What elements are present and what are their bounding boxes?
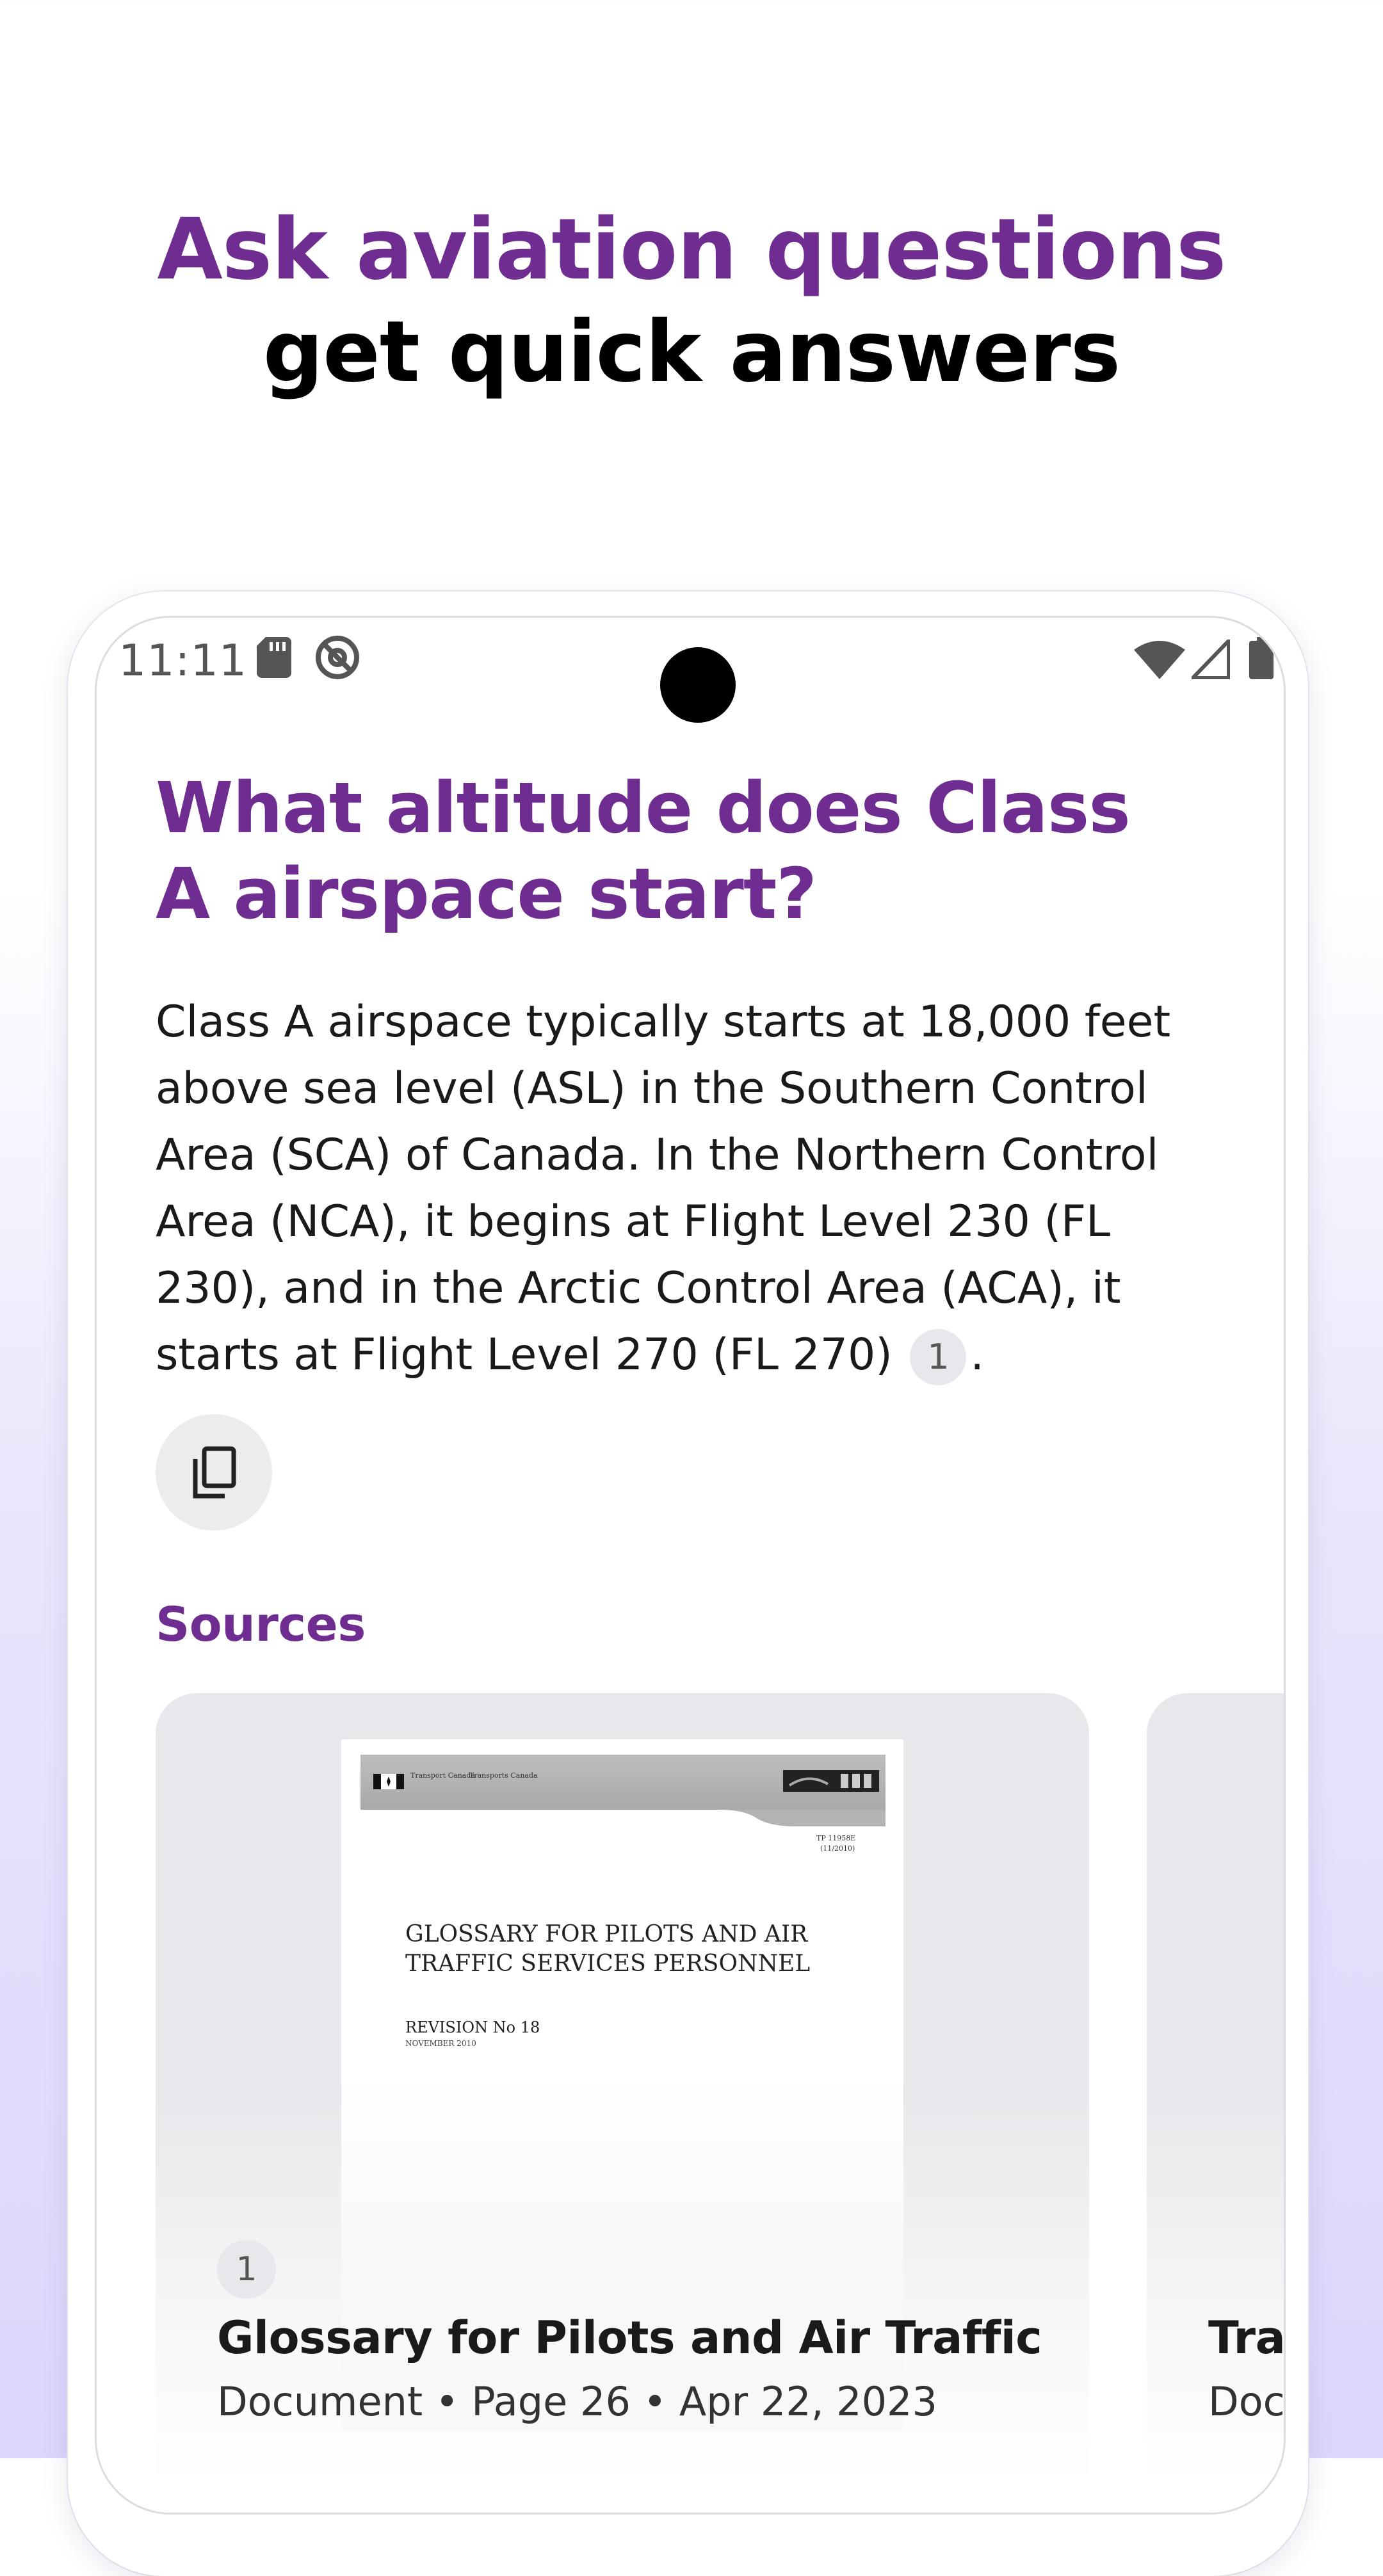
doc-revision-date: NOVEMBER 2010 [405, 2039, 476, 2048]
sd-card-icon [257, 637, 291, 678]
source-title-next: Tran [1208, 2312, 1286, 2364]
canada-wordmark-icon [783, 1770, 879, 1792]
front-camera [660, 647, 736, 723]
wifi-icon [1134, 641, 1185, 679]
at-sign-icon [316, 636, 359, 679]
headline-line-1: Ask aviation questions [157, 200, 1227, 299]
sources-label: Sources [156, 1597, 366, 1652]
doc-title: GLOSSARY FOR PILOTS AND AIR TRAFFIC SERV… [405, 1921, 811, 1977]
source-meta: Document • Page 26 • Apr 22, 2023 [217, 2378, 937, 2425]
source-number-badge: 1 [217, 2240, 276, 2299]
answer-text: Class A airspace typically starts at 18,… [156, 989, 1206, 1389]
question-title: What altitude does Class A airspace star… [156, 767, 1131, 935]
copy-icon [193, 1446, 236, 1499]
doc-header-right: Transports Canada [469, 1771, 538, 1780]
source-card-next[interactable]: Tran Docu [1147, 1693, 1286, 2513]
canada-flag-icon [373, 1774, 404, 1789]
source-card[interactable]: Transport Canada Transports Canada TP 11… [156, 1693, 1089, 2513]
copy-button[interactable] [156, 1414, 272, 1531]
source-title: Glossary for Pilots and Air Traffic ... [217, 2312, 1049, 2364]
answer-body: Class A airspace typically starts at 18,… [156, 997, 1171, 1380]
answer-end: . [970, 1330, 985, 1380]
thumbnail-fade [341, 2072, 903, 2431]
headline-line-2: get quick answers [263, 303, 1121, 401]
battery-icon [1249, 637, 1274, 679]
header-curve-decoration [360, 1810, 886, 1826]
doc-revision: REVISION No 18 [405, 2018, 540, 2036]
headline: Ask aviation questions get quick answers [0, 198, 1383, 403]
doc-number: TP 11958E [816, 1834, 856, 1842]
signal-icon [1192, 640, 1230, 679]
citation-badge[interactable]: 1 [910, 1329, 967, 1386]
status-bar: 11:11 [97, 618, 1284, 723]
status-time: 11:11 [118, 636, 247, 686]
phone-screen: 11:11 What altitude does Class A airspac… [95, 616, 1286, 2515]
document-header-bar: Transport Canada Transports Canada [360, 1755, 886, 1810]
source-meta-next: Docu [1208, 2378, 1285, 2425]
doc-date-code: (11/2010) [820, 1844, 855, 1853]
doc-header-left: Transport Canada [410, 1771, 475, 1780]
